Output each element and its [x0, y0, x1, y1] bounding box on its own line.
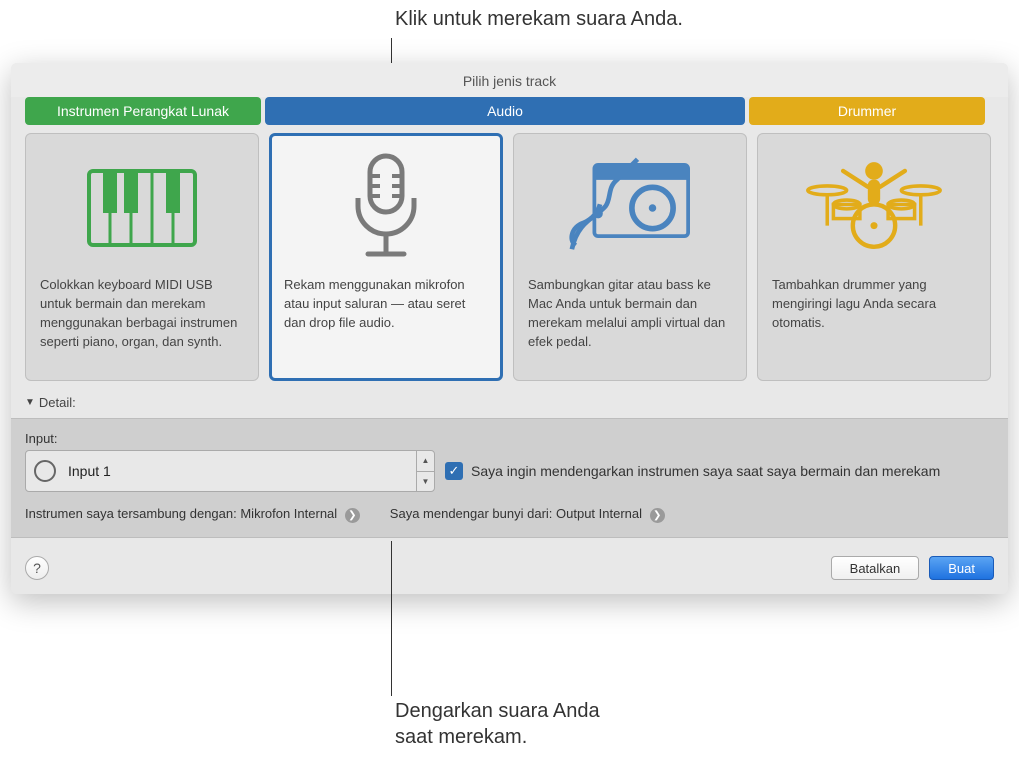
- dialog-footer: ? Batalkan Buat: [11, 538, 1008, 594]
- input-label: Input:: [25, 431, 994, 446]
- help-button[interactable]: ?: [25, 556, 49, 580]
- card-drummer[interactable]: Tambahkan drummer yang mengiringi lagu A…: [757, 133, 991, 381]
- input-device-text: Instrumen saya tersambung dengan: Mikrof…: [25, 506, 337, 521]
- callout-line: [391, 541, 392, 696]
- tab-drummer[interactable]: Drummer: [749, 97, 985, 125]
- cancel-button[interactable]: Batalkan: [831, 556, 920, 580]
- drummer-icon: [799, 148, 949, 268]
- card-guitar[interactable]: Sambungkan gitar atau bass ke Mac Anda u…: [513, 133, 747, 381]
- monitor-checkbox-label: Saya ingin mendengarkan instrumen saya s…: [471, 463, 940, 479]
- monitor-checkbox[interactable]: ✓: [445, 462, 463, 480]
- card-drummer-text: Tambahkan drummer yang mengiringi lagu A…: [772, 276, 976, 333]
- output-device-text: Saya mendengar bunyi dari: Output Intern…: [390, 506, 642, 521]
- card-microphone[interactable]: Rekam menggunakan mikrofon atau input sa…: [269, 133, 503, 381]
- input-channel-select[interactable]: Input 1 ▲ ▼: [25, 450, 435, 492]
- detail-disclosure[interactable]: ▼ Detail:: [11, 391, 1008, 418]
- input-stepper[interactable]: ▲ ▼: [416, 451, 434, 491]
- stepper-up-icon[interactable]: ▲: [417, 451, 434, 472]
- input-device-status[interactable]: Instrumen saya tersambung dengan: Mikrof…: [25, 506, 360, 523]
- dialog-title: Pilih jenis track: [11, 63, 1008, 97]
- card-microphone-text: Rekam menggunakan mikrofon atau input sa…: [284, 276, 488, 333]
- card-guitar-text: Sambungkan gitar atau bass ke Mac Anda u…: [528, 276, 732, 351]
- choose-track-dialog: Pilih jenis track Instrumen Perangkat Lu…: [11, 63, 1008, 594]
- input-section: Input: Input 1 ▲ ▼ ✓ Saya ingin mendenga…: [11, 418, 1008, 538]
- tab-software-instrument[interactable]: Instrumen Perangkat Lunak: [25, 97, 261, 125]
- input-value: Input 1: [68, 463, 111, 479]
- output-device-status[interactable]: Saya mendengar bunyi dari: Output Intern…: [390, 506, 665, 523]
- track-cards: Colokkan keyboard MIDI USB untuk bermain…: [11, 133, 1008, 391]
- mono-channel-icon: [34, 460, 56, 482]
- card-software-text: Colokkan keyboard MIDI USB untuk bermain…: [40, 276, 244, 351]
- tab-audio[interactable]: Audio: [265, 97, 745, 125]
- track-type-tabs: Instrumen Perangkat Lunak Audio Drummer: [11, 97, 1008, 133]
- card-software-instrument[interactable]: Colokkan keyboard MIDI USB untuk bermain…: [25, 133, 259, 381]
- detail-label: Detail:: [39, 395, 76, 410]
- microphone-icon: [311, 148, 461, 268]
- keyboard-icon: [67, 148, 217, 268]
- create-button[interactable]: Buat: [929, 556, 994, 580]
- stepper-down-icon[interactable]: ▼: [417, 472, 434, 492]
- guitar-amp-icon: [555, 148, 705, 268]
- chevron-right-icon: ❯: [345, 508, 360, 523]
- disclosure-triangle-icon: ▼: [25, 397, 35, 408]
- chevron-right-icon: ❯: [650, 508, 665, 523]
- callout-listen-voice: Dengarkan suara Anda saat merekam.: [395, 698, 600, 750]
- callout-record-voice: Klik untuk merekam suara Anda.: [395, 8, 683, 31]
